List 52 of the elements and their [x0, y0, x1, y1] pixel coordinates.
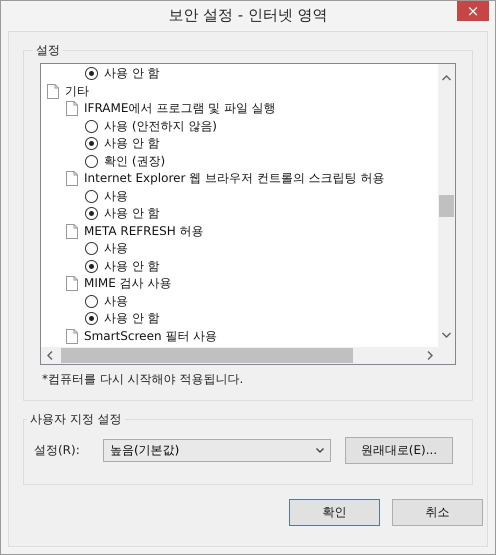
- scroll-right-icon[interactable]: [427, 351, 433, 360]
- scroll-left-icon[interactable]: [47, 351, 53, 360]
- option-label: 사용 안 함: [104, 65, 160, 82]
- setting-label: MIME 검사 사용: [84, 275, 172, 292]
- dropdown-caret-icon: [316, 448, 324, 453]
- restart-note: *컴퓨터를 다시 시작해야 적용됩니다.: [42, 371, 244, 388]
- page-icon: [66, 328, 78, 344]
- radio-button[interactable]: [85, 120, 98, 133]
- radio-button[interactable]: [85, 67, 98, 80]
- option-label: 사용: [104, 240, 128, 258]
- dialog-button[interactable]: 취소: [392, 499, 483, 526]
- page-icon: [66, 171, 78, 186]
- scroll-thumb[interactable]: [61, 348, 353, 363]
- option-label: 사용 안 함: [104, 258, 160, 275]
- option-label: 사용 (안전하지 않음): [104, 118, 217, 135]
- radio-button[interactable]: [85, 190, 98, 203]
- vertical-scrollbar[interactable]: [438, 64, 455, 347]
- setting-label: Internet Explorer 웹 브라우저 컨트롤의 스크립팅 허용: [84, 170, 384, 188]
- group-title: 설정: [35, 42, 61, 59]
- category-label: 기타: [65, 82, 89, 100]
- setting-label: IFRAME에서 프로그램 및 파일 실행: [84, 100, 276, 118]
- option-label: 사용 안 함: [104, 135, 160, 152]
- option-label: 사용 안 함: [104, 205, 160, 222]
- radio-button[interactable]: [85, 154, 98, 168]
- settings-tree[interactable]: 사용 안 함 기타 IFRAME에서 프로그램 및 파일 실행 사용 (안전하지 않음) 사용 안 함 확인 (권장) Internet Explorer 웹 브라우저 컨트롤의 스크립팅 허용 사용 사용 안 함 META REFRESH 허용 사용 사용 안 함 MIME 검사 사용 사용 사용 안 함 SmartScreen 필터 사용: [40, 63, 456, 365]
- setting-label: 설정(R):: [34, 442, 81, 459]
- option-label: 확인 (권장): [104, 152, 166, 170]
- radio-button[interactable]: [85, 260, 98, 273]
- radio-button[interactable]: [85, 294, 98, 308]
- radio-button[interactable]: [85, 137, 98, 150]
- option-label: 사용: [104, 188, 128, 205]
- setting-label: META REFRESH 허용: [84, 222, 204, 240]
- reset-button[interactable]: 원래대로(E)...: [345, 437, 453, 464]
- page-icon: [47, 84, 59, 99]
- scroll-thumb[interactable]: [439, 194, 454, 216]
- window-title: 보안 설정 - 인터넷 영역: [168, 6, 328, 25]
- group-title: 사용자 지정 설정: [29, 411, 123, 428]
- option-label: 사용: [104, 292, 128, 310]
- setting-label: SmartScreen 필터 사용: [84, 328, 218, 345]
- scroll-up-icon[interactable]: [442, 75, 451, 81]
- page-icon: [66, 101, 78, 116]
- horizontal-scrollbar[interactable]: [41, 347, 455, 364]
- close-button[interactable]: ×: [457, 1, 489, 21]
- scroll-down-icon[interactable]: [442, 332, 451, 338]
- radio-button[interactable]: [85, 242, 98, 256]
- dialog-button[interactable]: 확인: [289, 499, 380, 526]
- option-label: 사용 안 함: [104, 310, 160, 328]
- page-icon: [66, 276, 78, 292]
- radio-button[interactable]: [85, 207, 98, 220]
- page-icon: [66, 224, 78, 239]
- level-dropdown[interactable]: 높음(기본값): [103, 439, 331, 462]
- radio-button[interactable]: [85, 312, 98, 326]
